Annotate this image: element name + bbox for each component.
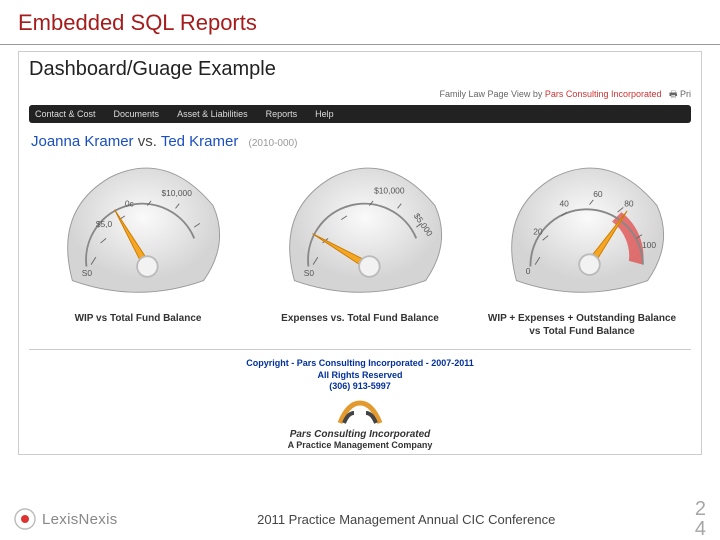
page-number: 2 4 <box>695 499 706 539</box>
gauge-wip-caption: WIP vs Total Fund Balance <box>38 313 238 339</box>
lexisnexis-icon <box>14 508 36 530</box>
gauge-expenses-caption: Expenses vs. Total Fund Balance <box>260 313 460 339</box>
gauge1-tick-2: 0c <box>125 199 134 209</box>
pars-logo-line2: A Practice Management Company <box>285 440 435 450</box>
copyright-line2: All Rights Reserved <box>29 370 691 382</box>
nav-reports[interactable]: Reports <box>266 109 298 119</box>
slide-subtitle: Dashboard/Guage Example <box>19 52 701 85</box>
gauge3-tick-2: 40 <box>560 199 570 209</box>
breadcrumb: Family Law Page View by Pars Consulting … <box>19 85 701 103</box>
gauge2-tick-2: $10,000 <box>374 185 405 195</box>
slide: Embedded SQL Reports Dashboard/Guage Exa… <box>0 0 720 540</box>
slide-footer: LexisNexis 2011 Practice Management Annu… <box>0 498 720 540</box>
navbar: Contact & Cost Documents Asset & Liabili… <box>29 105 691 123</box>
gauge3-tick-0: 0 <box>526 266 531 276</box>
gauge-combined-svg: 0 20 40 60 80 100 <box>487 154 677 304</box>
breadcrumb-by: by <box>533 89 543 99</box>
nav-documents[interactable]: Documents <box>114 109 160 119</box>
screenshot-embed: Dashboard/Guage Example Family Law Page … <box>18 51 702 455</box>
case-party-a: Joanna Kramer <box>31 133 134 150</box>
copyright-block: Copyright - Pars Consulting Incorporated… <box>29 349 691 454</box>
gauge3-tick-1: 20 <box>533 227 543 237</box>
copyright-line1: Copyright - Pars Consulting Incorporated… <box>29 358 691 370</box>
gauge1-tick-1: $5,0 <box>96 219 113 229</box>
gauge-combined-caption: WIP + Expenses + Outstanding Balance vs … <box>482 313 682 339</box>
pars-logo-line1: Pars Consulting Incorporated <box>285 429 435 440</box>
lexisnexis-text: LexisNexis <box>42 511 118 528</box>
page-number-bottom: 4 <box>695 519 706 539</box>
nav-help[interactable]: Help <box>315 109 334 119</box>
pars-logo: Pars Consulting Incorporated A Practice … <box>285 399 435 450</box>
gauge-expenses-svg: S0 $10,000 $5,000 <box>265 154 455 304</box>
gauge-combined: 0 20 40 60 80 100 WIP + Expenses + Outst… <box>482 154 682 339</box>
page-number-top: 2 <box>695 499 706 519</box>
gauge1-tick-3: $10,000 <box>161 188 192 198</box>
lexisnexis-logo: LexisNexis <box>14 508 118 530</box>
gauge-wip: S0 $5,0 0c $10,000 WIP vs Total Fund Bal… <box>38 154 238 339</box>
breadcrumb-company: Pars Consulting Incorporated <box>545 89 662 99</box>
footer-conference: 2011 Practice Management Annual CIC Conf… <box>257 512 555 527</box>
gauge-row: S0 $5,0 0c $10,000 WIP vs Total Fund Bal… <box>19 154 701 343</box>
pars-logo-icon <box>334 399 386 427</box>
gauge1-tick-0: S0 <box>82 268 93 278</box>
case-title: Joanna Kramer vs. Ted Kramer (2010-000) <box>19 123 701 154</box>
gauge2-tick-0: S0 <box>304 268 315 278</box>
print-link[interactable]: Pri <box>680 89 691 99</box>
case-vs: vs. <box>138 133 157 150</box>
nav-asset-liabilities[interactable]: Asset & Liabilities <box>177 109 248 119</box>
breadcrumb-text: Family Law Page View by Pars Consulting … <box>440 87 692 103</box>
gauge-wip-svg: S0 $5,0 0c $10,000 <box>43 154 233 304</box>
gauge3-tick-4: 80 <box>624 199 634 209</box>
gauge3-tick-3: 60 <box>593 189 603 199</box>
case-number: (2010-000) <box>249 138 298 149</box>
case-party-b: Ted Kramer <box>161 133 239 150</box>
divider <box>0 44 720 45</box>
gauge-expenses: S0 $10,000 $5,000 Expenses vs. Total Fun… <box>260 154 460 339</box>
nav-contact-cost[interactable]: Contact & Cost <box>35 109 96 119</box>
breadcrumb-label: Family Law Page View <box>440 89 531 99</box>
slide-title: Embedded SQL Reports <box>0 0 720 40</box>
copyright-phone: (306) 913-5997 <box>29 381 691 393</box>
gauge3-tick-5: 100 <box>642 240 656 250</box>
